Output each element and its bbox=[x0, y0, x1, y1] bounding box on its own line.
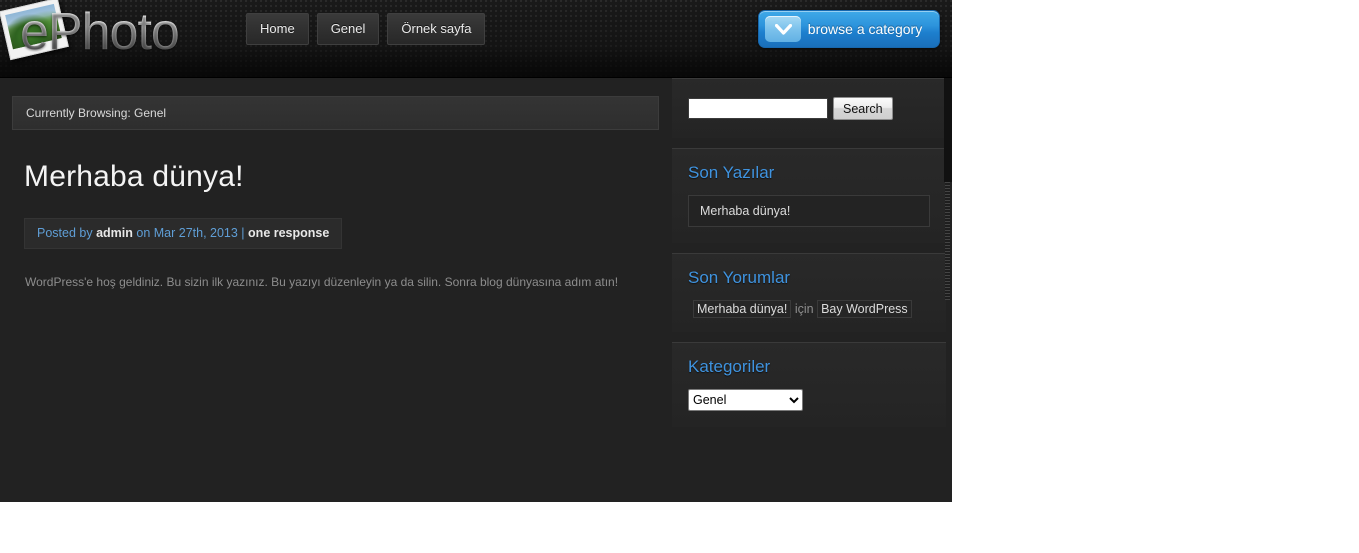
recent-comment-author-link[interactable]: Bay WordPress bbox=[817, 300, 912, 318]
site-logo[interactable]: ePhoto bbox=[0, 0, 215, 62]
post-meta-responses[interactable]: one response bbox=[248, 226, 329, 240]
site-header: ePhoto Home Genel Örnek sayfa browse a c… bbox=[0, 0, 952, 78]
browse-a-category-label: browse a category bbox=[807, 21, 923, 37]
main-navigation: Home Genel Örnek sayfa bbox=[246, 13, 486, 45]
post-meta-author[interactable]: admin bbox=[96, 226, 133, 240]
scrollbar-thumb[interactable] bbox=[945, 182, 950, 300]
widget-search: Search bbox=[672, 78, 946, 138]
post-meta: Posted by admin on Mar 27th, 2013 | one … bbox=[24, 218, 343, 249]
nav-item-ornek-sayfa[interactable]: Örnek sayfa bbox=[387, 13, 486, 45]
post-meta-posted-by: Posted by bbox=[37, 226, 93, 240]
widget-categories-title: Kategoriler bbox=[688, 357, 771, 376]
sidebar: Search Son Yazılar Merhaba dünya! Son Yo… bbox=[672, 78, 952, 437]
page-title: Merhaba dünya! bbox=[24, 160, 244, 193]
search-button[interactable]: Search bbox=[833, 97, 893, 120]
browse-a-category-button[interactable]: browse a category bbox=[758, 10, 940, 48]
widget-recent-comments-title: Son Yorumlar bbox=[688, 268, 791, 287]
page-body: Currently Browsing: Genel Merhaba dünya!… bbox=[0, 78, 952, 502]
recent-comment-item: Merhaba dünya! için Bay WordPress bbox=[688, 300, 930, 318]
page-root: ePhoto Home Genel Örnek sayfa browse a c… bbox=[0, 0, 952, 502]
search-form: Search bbox=[688, 97, 930, 120]
widget-recent-posts: Son Yazılar Merhaba dünya! bbox=[672, 148, 946, 243]
chevron-down-icon bbox=[765, 16, 801, 42]
recent-comment-connector: için bbox=[794, 302, 814, 316]
site-logo-text: ePhoto bbox=[20, 3, 180, 61]
widget-recent-comments: Son Yorumlar Merhaba dünya! için Bay Wor… bbox=[672, 253, 946, 332]
breadcrumb: Currently Browsing: Genel bbox=[12, 96, 659, 130]
category-select[interactable]: Genel bbox=[688, 389, 803, 411]
main-content: Currently Browsing: Genel Merhaba dünya!… bbox=[0, 78, 660, 291]
recent-comment-post-link[interactable]: Merhaba dünya! bbox=[693, 300, 792, 318]
search-input[interactable] bbox=[688, 98, 828, 119]
recent-posts-list: Merhaba dünya! bbox=[688, 195, 930, 227]
list-item[interactable]: Merhaba dünya! bbox=[688, 195, 930, 227]
nav-item-genel[interactable]: Genel bbox=[316, 13, 380, 45]
post-meta-date: on Mar 27th, 2013 | bbox=[136, 226, 245, 240]
nav-item-home[interactable]: Home bbox=[246, 13, 309, 45]
post-body-text: WordPress'e hoş geldiniz. Bu sizin ilk y… bbox=[25, 275, 619, 289]
widget-recent-posts-title: Son Yazılar bbox=[688, 163, 775, 182]
widget-categories: Kategoriler Genel bbox=[672, 342, 946, 427]
scrollbar-track[interactable] bbox=[944, 78, 952, 182]
